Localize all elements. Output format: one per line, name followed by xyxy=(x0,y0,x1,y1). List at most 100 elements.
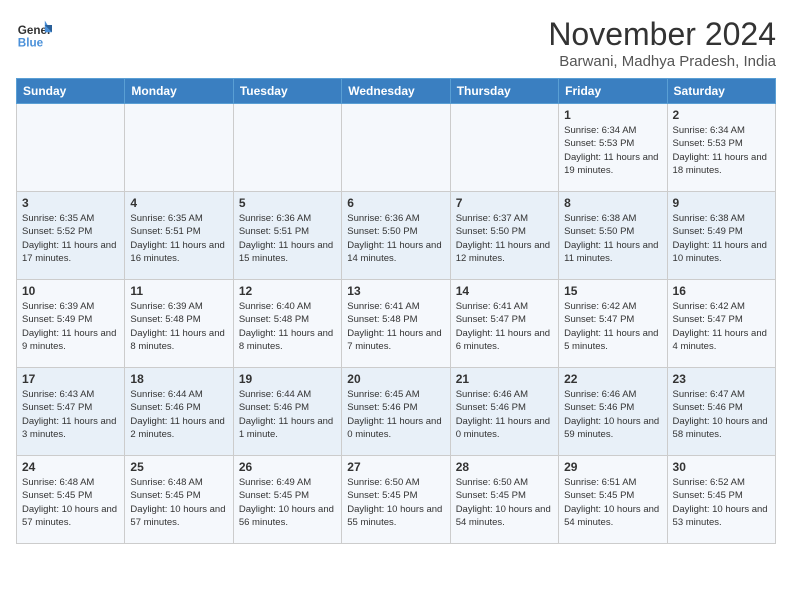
day-number: 12 xyxy=(239,284,336,298)
logo-icon: General Blue xyxy=(16,16,52,52)
calendar-cell: 27Sunrise: 6:50 AM Sunset: 5:45 PM Dayli… xyxy=(342,456,450,544)
day-info: Sunrise: 6:40 AM Sunset: 5:48 PM Dayligh… xyxy=(239,300,336,353)
day-info: Sunrise: 6:48 AM Sunset: 5:45 PM Dayligh… xyxy=(130,476,227,529)
calendar-week-row: 10 Sunrise: 6:39 AM Sunset: 5:49 PM Dayli… xyxy=(17,280,776,368)
calendar-cell: 1 Sunrise: 6:34 AM Sunset: 5:53 PM Daylig… xyxy=(559,104,667,192)
day-number: 4 xyxy=(130,196,227,210)
calendar-cell: 4Sunrise: 6:35 AM Sunset: 5:51 PM Daylig… xyxy=(125,192,233,280)
calendar-cell: 5 Sunrise: 6:36 AM Sunset: 5:51 PM Daylig… xyxy=(233,192,341,280)
day-number: 20 xyxy=(347,372,444,386)
day-info: Sunrise: 6:50 AM Sunset: 5:45 PM Dayligh… xyxy=(456,476,553,529)
calendar-cell: 8 Sunrise: 6:38 AM Sunset: 5:50 PM Daylig… xyxy=(559,192,667,280)
day-of-week-header: Monday xyxy=(125,79,233,104)
day-number: 15 xyxy=(564,284,661,298)
day-info: Sunrise: 6:44 AM Sunset: 5:46 PM Dayligh… xyxy=(130,388,227,441)
calendar-cell: 15Sunrise: 6:42 AM Sunset: 5:47 PM Dayli… xyxy=(559,280,667,368)
day-info: Sunrise: 6:41 AM Sunset: 5:48 PM Dayligh… xyxy=(347,300,444,353)
day-number: 25 xyxy=(130,460,227,474)
calendar-cell: 19 Sunrise: 6:44 AM Sunset: 5:46 PM Dayli… xyxy=(233,368,341,456)
day-info: Sunrise: 6:36 AM Sunset: 5:51 PM Dayligh… xyxy=(239,212,336,265)
day-number: 26 xyxy=(239,460,336,474)
day-info: Sunrise: 6:44 AM Sunset: 5:46 PM Dayligh… xyxy=(239,388,336,441)
day-info: Sunrise: 6:43 AM Sunset: 5:47 PM Dayligh… xyxy=(22,388,119,441)
calendar-cell xyxy=(17,104,125,192)
calendar-cell: 29 Sunrise: 6:51 AM Sunset: 5:45 PM Dayli… xyxy=(559,456,667,544)
calendar-cell: 20 Sunrise: 6:45 AM Sunset: 5:46 PM Dayli… xyxy=(342,368,450,456)
calendar-cell: 26 Sunrise: 6:49 AM Sunset: 5:45 PM Dayli… xyxy=(233,456,341,544)
page-header: General Blue General November 2024 Barwa… xyxy=(16,16,776,70)
day-number: 11 xyxy=(130,284,227,298)
day-number: 2 xyxy=(673,108,770,122)
day-number: 22 xyxy=(564,372,661,386)
day-info: Sunrise: 6:39 AM Sunset: 5:49 PM Dayligh… xyxy=(22,300,119,353)
day-info: Sunrise: 6:47 AM Sunset: 5:46 PM Dayligh… xyxy=(673,388,770,441)
svg-text:Blue: Blue xyxy=(18,37,44,50)
calendar-cell: 11 Sunrise: 6:39 AM Sunset: 5:48 PM Dayli… xyxy=(125,280,233,368)
day-number: 10 xyxy=(22,284,119,298)
day-number: 29 xyxy=(564,460,661,474)
day-number: 9 xyxy=(673,196,770,210)
day-info: Sunrise: 6:35 AM Sunset: 5:52 PM Dayligh… xyxy=(22,212,119,265)
calendar-cell: 7Sunrise: 6:37 AM Sunset: 5:50 PM Daylig… xyxy=(450,192,558,280)
day-of-week-header: Tuesday xyxy=(233,79,341,104)
day-number: 6 xyxy=(347,196,444,210)
day-info: Sunrise: 6:34 AM Sunset: 5:53 PM Dayligh… xyxy=(564,124,661,177)
calendar-cell xyxy=(450,104,558,192)
day-info: Sunrise: 6:46 AM Sunset: 5:46 PM Dayligh… xyxy=(456,388,553,441)
day-info: Sunrise: 6:45 AM Sunset: 5:46 PM Dayligh… xyxy=(347,388,444,441)
day-number: 28 xyxy=(456,460,553,474)
day-info: Sunrise: 6:49 AM Sunset: 5:45 PM Dayligh… xyxy=(239,476,336,529)
day-info: Sunrise: 6:38 AM Sunset: 5:50 PM Dayligh… xyxy=(564,212,661,265)
calendar-cell: 16Sunrise: 6:42 AM Sunset: 5:47 PM Dayli… xyxy=(667,280,775,368)
day-number: 27 xyxy=(347,460,444,474)
month-title: November 2024 xyxy=(548,16,776,53)
day-number: 17 xyxy=(22,372,119,386)
calendar-cell: 18Sunrise: 6:44 AM Sunset: 5:46 PM Dayli… xyxy=(125,368,233,456)
title-block: November 2024 Barwani, Madhya Pradesh, I… xyxy=(548,16,776,70)
calendar-cell: 21 Sunrise: 6:46 AM Sunset: 5:46 PM Dayli… xyxy=(450,368,558,456)
calendar-cell: 12 Sunrise: 6:40 AM Sunset: 5:48 PM Dayli… xyxy=(233,280,341,368)
day-of-week-header: Sunday xyxy=(17,79,125,104)
calendar-cell xyxy=(233,104,341,192)
day-number: 14 xyxy=(456,284,553,298)
calendar-cell: 14Sunrise: 6:41 AM Sunset: 5:47 PM Dayli… xyxy=(450,280,558,368)
calendar-cell: 24 Sunrise: 6:48 AM Sunset: 5:45 PM Dayli… xyxy=(17,456,125,544)
day-info: Sunrise: 6:39 AM Sunset: 5:48 PM Dayligh… xyxy=(130,300,227,353)
day-number: 16 xyxy=(673,284,770,298)
day-number: 5 xyxy=(239,196,336,210)
calendar-cell: 2 Sunrise: 6:34 AM Sunset: 5:53 PM Daylig… xyxy=(667,104,775,192)
day-info: Sunrise: 6:38 AM Sunset: 5:49 PM Dayligh… xyxy=(673,212,770,265)
calendar-week-row: 17 Sunrise: 6:43 AM Sunset: 5:47 PM Dayli… xyxy=(17,368,776,456)
calendar-cell: 30 Sunrise: 6:52 AM Sunset: 5:45 PM Dayli… xyxy=(667,456,775,544)
day-number: 1 xyxy=(564,108,661,122)
calendar-cell: 10 Sunrise: 6:39 AM Sunset: 5:49 PM Dayli… xyxy=(17,280,125,368)
day-info: Sunrise: 6:52 AM Sunset: 5:45 PM Dayligh… xyxy=(673,476,770,529)
day-of-week-header: Wednesday xyxy=(342,79,450,104)
day-number: 23 xyxy=(673,372,770,386)
day-info: Sunrise: 6:51 AM Sunset: 5:45 PM Dayligh… xyxy=(564,476,661,529)
day-of-week-header: Friday xyxy=(559,79,667,104)
calendar-body: 1 Sunrise: 6:34 AM Sunset: 5:53 PM Daylig… xyxy=(17,104,776,544)
day-info: Sunrise: 6:34 AM Sunset: 5:53 PM Dayligh… xyxy=(673,124,770,177)
calendar-cell: 17 Sunrise: 6:43 AM Sunset: 5:47 PM Dayli… xyxy=(17,368,125,456)
calendar-week-row: 24 Sunrise: 6:48 AM Sunset: 5:45 PM Dayli… xyxy=(17,456,776,544)
calendar-week-row: 3 Sunrise: 6:35 AM Sunset: 5:52 PM Daylig… xyxy=(17,192,776,280)
day-number: 30 xyxy=(673,460,770,474)
day-info: Sunrise: 6:46 AM Sunset: 5:46 PM Dayligh… xyxy=(564,388,661,441)
day-number: 24 xyxy=(22,460,119,474)
day-of-week-header: Thursday xyxy=(450,79,558,104)
day-info: Sunrise: 6:36 AM Sunset: 5:50 PM Dayligh… xyxy=(347,212,444,265)
day-number: 21 xyxy=(456,372,553,386)
calendar-cell xyxy=(125,104,233,192)
day-number: 19 xyxy=(239,372,336,386)
day-number: 3 xyxy=(22,196,119,210)
calendar-cell: 22 Sunrise: 6:46 AM Sunset: 5:46 PM Dayli… xyxy=(559,368,667,456)
calendar-week-row: 1 Sunrise: 6:34 AM Sunset: 5:53 PM Daylig… xyxy=(17,104,776,192)
day-number: 7 xyxy=(456,196,553,210)
day-number: 8 xyxy=(564,196,661,210)
day-info: Sunrise: 6:48 AM Sunset: 5:45 PM Dayligh… xyxy=(22,476,119,529)
calendar-header-row: SundayMondayTuesdayWednesdayThursdayFrid… xyxy=(17,79,776,104)
logo: General Blue General xyxy=(16,16,52,52)
calendar-cell: 6 Sunrise: 6:36 AM Sunset: 5:50 PM Daylig… xyxy=(342,192,450,280)
day-of-week-header: Saturday xyxy=(667,79,775,104)
